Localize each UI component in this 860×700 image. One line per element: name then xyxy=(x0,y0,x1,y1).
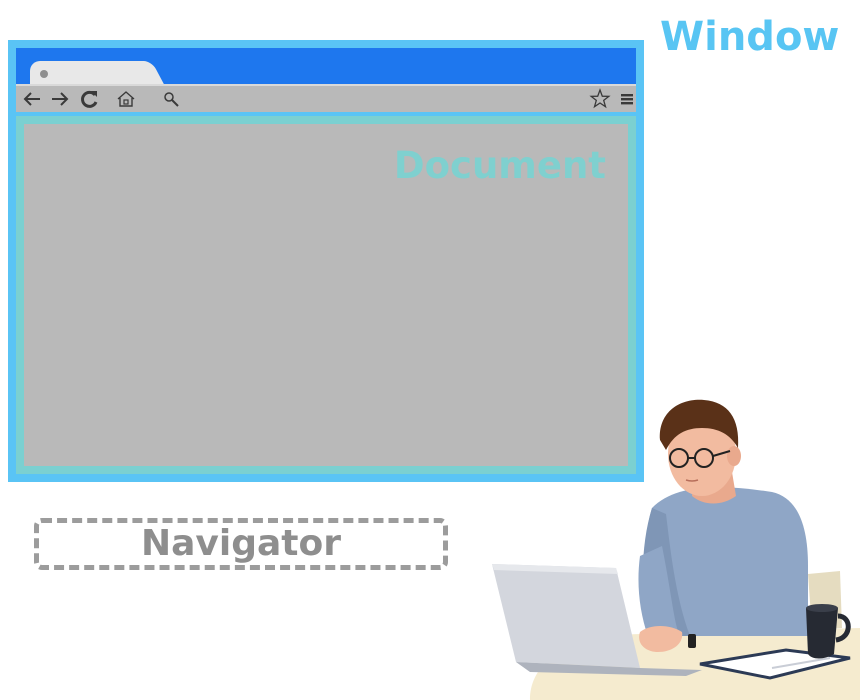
forward-arrow-icon[interactable] xyxy=(48,87,72,111)
person-at-laptop-illustration xyxy=(492,399,860,700)
tab-favicon-icon xyxy=(40,70,48,78)
back-arrow-icon[interactable] xyxy=(20,87,44,111)
browser-tab[interactable] xyxy=(30,61,148,85)
menu-icon[interactable] xyxy=(618,87,636,111)
star-icon[interactable] xyxy=(588,87,612,111)
browser-toolbar xyxy=(16,84,636,112)
search-icon[interactable] xyxy=(160,87,184,111)
window-label: Window xyxy=(660,14,840,60)
home-icon[interactable] xyxy=(114,87,138,111)
navigator-box: Navigator xyxy=(34,518,448,570)
browser-title-bar xyxy=(16,48,636,85)
document-label: Document xyxy=(393,144,606,187)
navigator-label: Navigator xyxy=(141,523,341,564)
reload-icon[interactable] xyxy=(78,87,102,111)
laptop-screen-shape xyxy=(492,564,640,668)
mug-shape xyxy=(806,608,838,659)
